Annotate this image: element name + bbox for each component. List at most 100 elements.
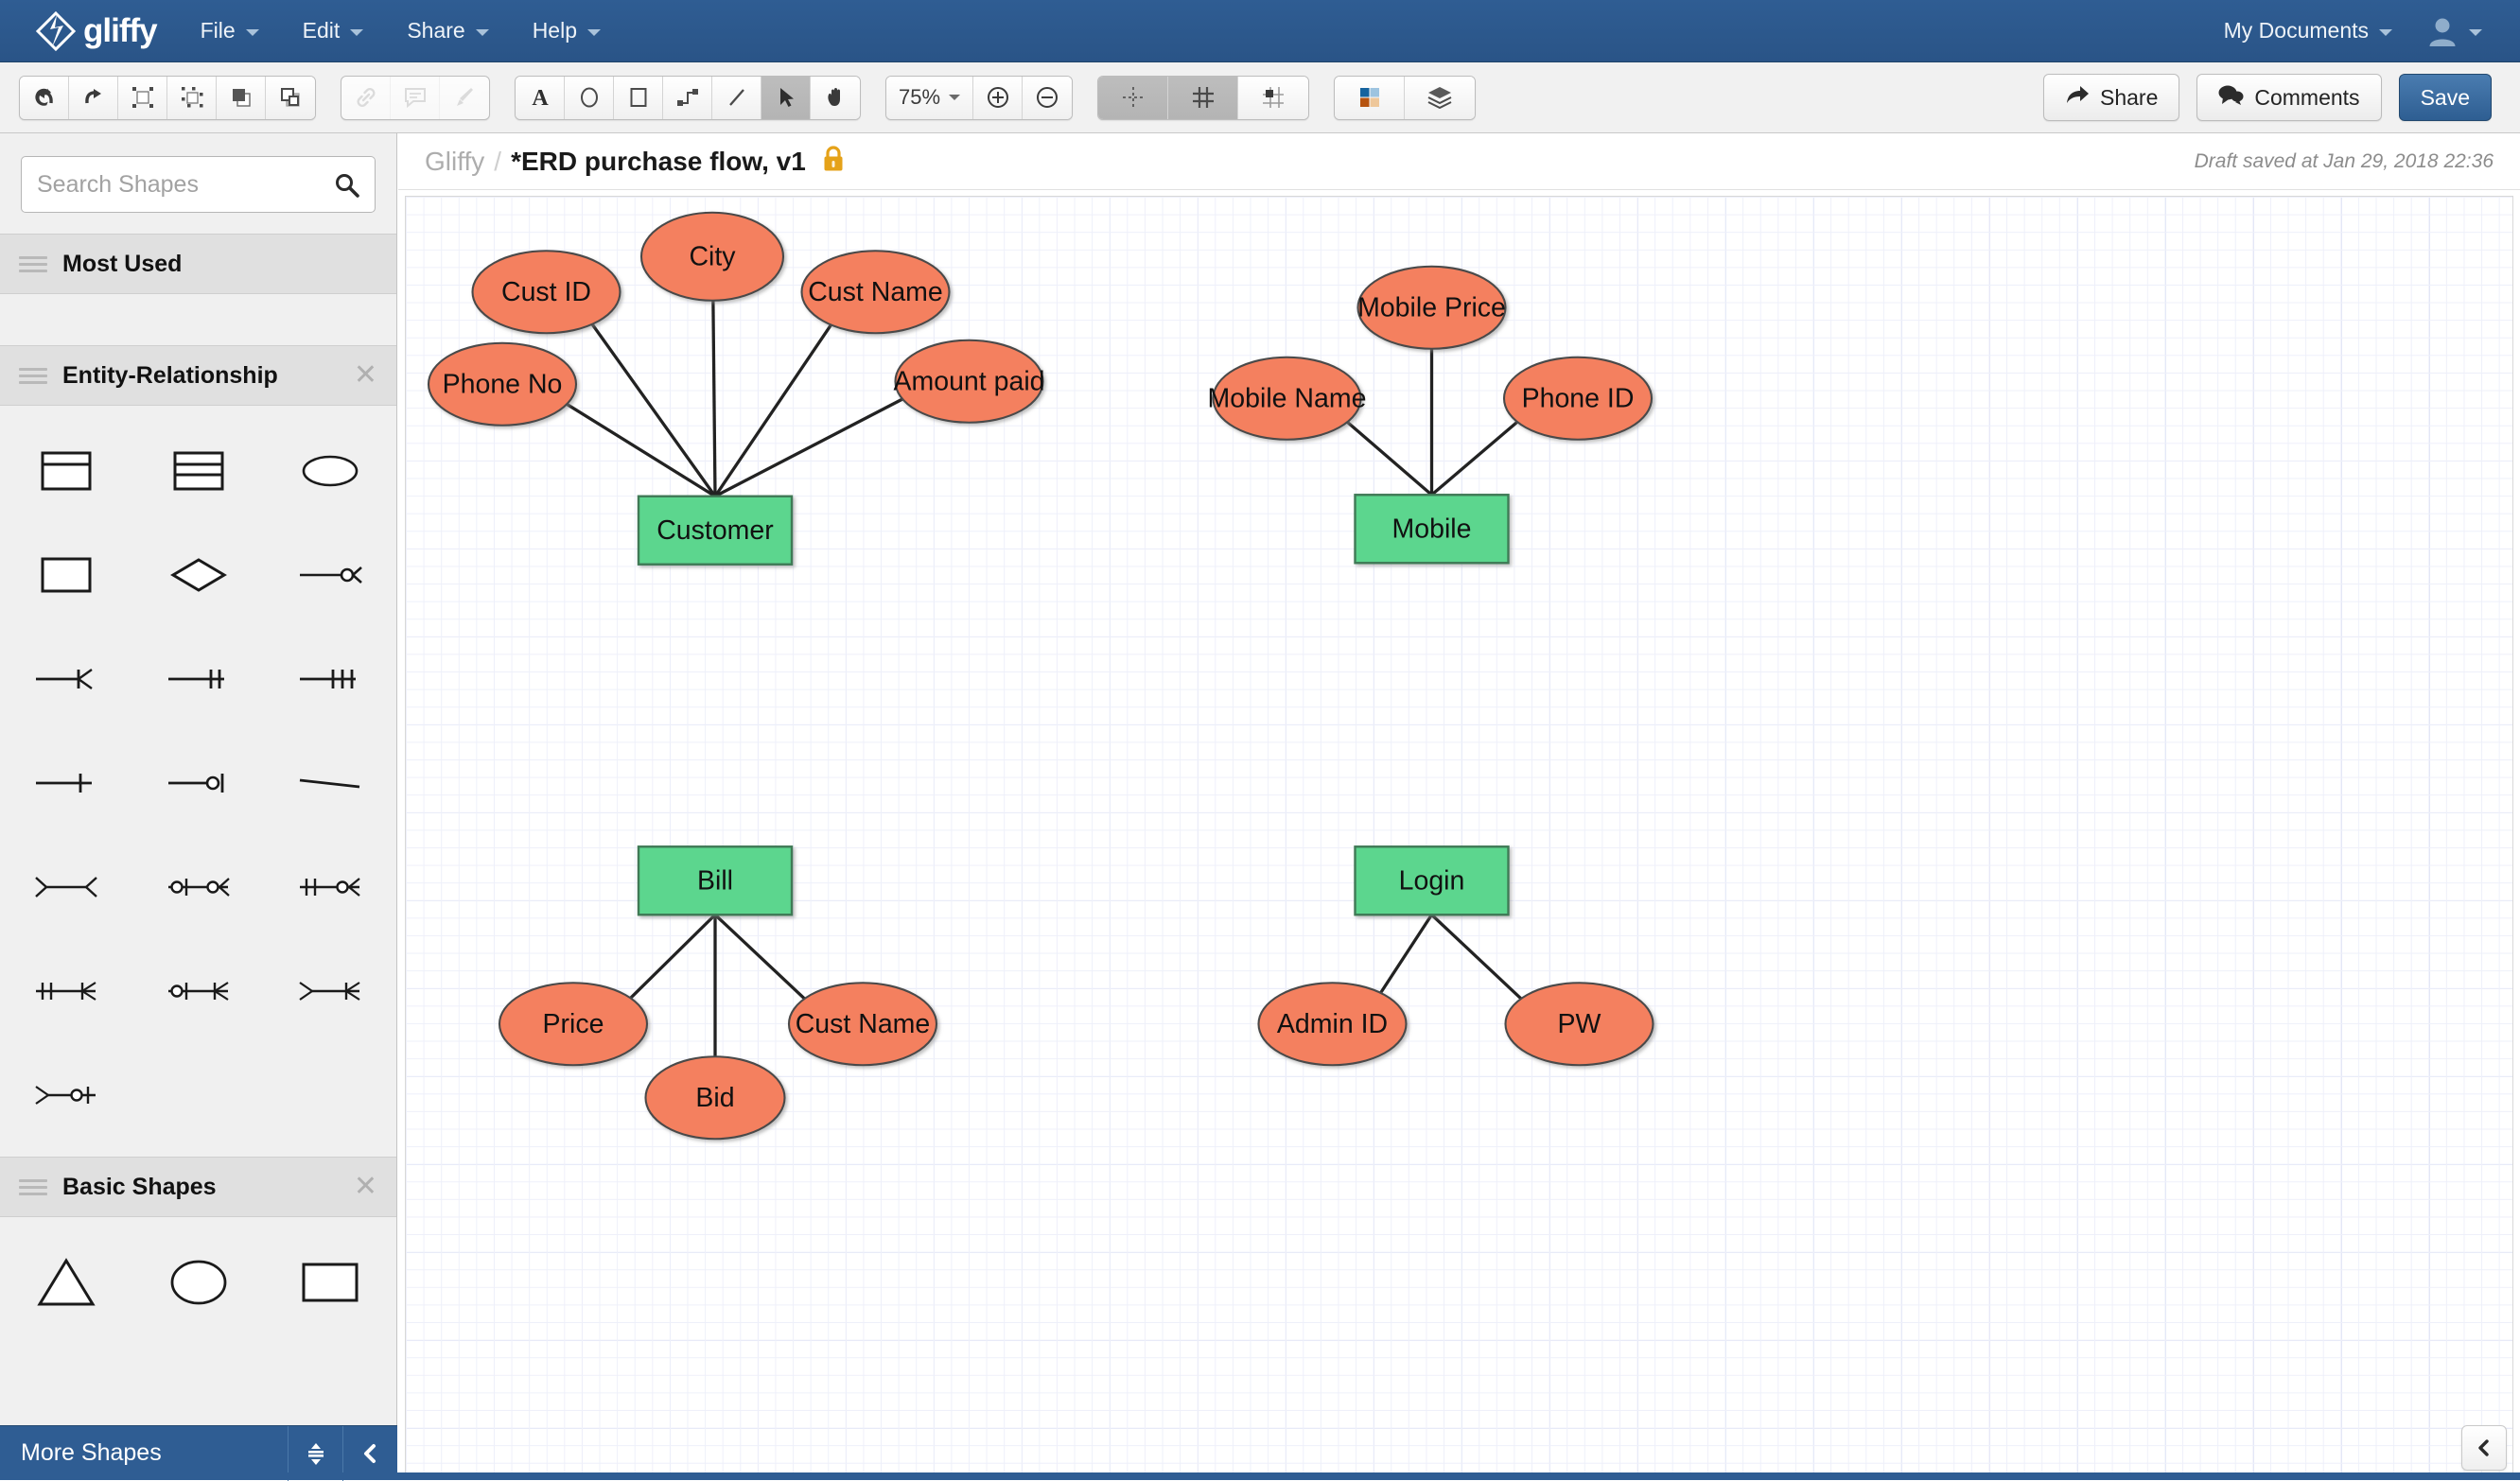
snap-to-grid-button[interactable] <box>1238 77 1308 119</box>
comments-button[interactable]: Comments <box>2196 74 2381 121</box>
guides-toggle-button[interactable] <box>1098 77 1168 119</box>
sidebar-category-entity-relationship[interactable]: Entity-Relationship ✕ <box>0 345 396 406</box>
er-edge-bill-2[interactable] <box>715 915 807 1001</box>
link-button[interactable] <box>341 77 391 119</box>
shape-conn-one-and-only-one-icon[interactable] <box>132 627 265 731</box>
page-title[interactable]: *ERD purchase flow, v1 <box>511 147 806 177</box>
share-button[interactable]: Share <box>2043 74 2179 121</box>
zoom-out-button[interactable] <box>1023 77 1072 119</box>
shape-conn-zero-one-many-icon[interactable] <box>132 939 265 1043</box>
menu-edit[interactable]: Edit <box>303 18 364 44</box>
shape-entity-plain-icon[interactable] <box>0 523 132 627</box>
account-menu[interactable] <box>2426 15 2482 47</box>
my-documents-menu[interactable]: My Documents <box>2224 18 2392 44</box>
menu-help[interactable]: Help <box>533 18 601 44</box>
er-attribute-mobile-price[interactable]: Mobile Price <box>1357 267 1506 349</box>
shape-attribute-ellipse-icon[interactable] <box>264 419 396 523</box>
shape-conn-zero-or-one-icon[interactable] <box>132 731 265 835</box>
shape-triangle-icon[interactable] <box>0 1230 132 1334</box>
lock-icon[interactable] <box>821 145 846 178</box>
shape-entity-three-row-icon[interactable] <box>132 419 265 523</box>
breadcrumb-root[interactable]: Gliffy <box>425 147 484 177</box>
close-icon[interactable]: ✕ <box>354 361 377 390</box>
format-painter-button[interactable] <box>440 77 489 119</box>
zoom-in-button[interactable] <box>973 77 1023 119</box>
er-attribute-price[interactable]: Price <box>499 983 647 1065</box>
shape-conn-one-to-many-icon[interactable] <box>264 523 396 627</box>
undo-button[interactable] <box>20 77 69 119</box>
menu-share[interactable]: Share <box>407 18 488 44</box>
menu-file[interactable]: File <box>201 18 259 44</box>
rectangle-tool-button[interactable] <box>614 77 663 119</box>
send-to-back-button[interactable] <box>266 77 315 119</box>
er-attribute-amount-paid[interactable]: Amount paid <box>893 340 1044 423</box>
pan-tool-button[interactable] <box>811 77 860 119</box>
comment-button[interactable] <box>391 77 440 119</box>
redo-button[interactable] <box>69 77 118 119</box>
er-edge-login-0[interactable] <box>1379 915 1432 995</box>
grid-toggle-button[interactable] <box>1168 77 1238 119</box>
er-attribute-city[interactable]: City <box>641 213 783 301</box>
shape-conn-crow-zero-icon[interactable] <box>0 1043 132 1147</box>
layers-button[interactable] <box>1405 77 1475 119</box>
save-button[interactable]: Save <box>2399 74 2492 121</box>
er-edge-login-1[interactable] <box>1432 915 1524 1001</box>
er-attribute-pw[interactable]: PW <box>1506 983 1654 1065</box>
er-attribute-cust-name[interactable]: Cust Name <box>802 251 950 333</box>
er-attribute-admin-id[interactable]: Admin ID <box>1259 983 1407 1065</box>
shape-entity-header-icon[interactable] <box>0 419 132 523</box>
er-edge-customer-3[interactable] <box>564 402 715 496</box>
search-shapes-box[interactable] <box>21 156 376 213</box>
ellipse-tool-button[interactable] <box>565 77 614 119</box>
er-edge-customer-1[interactable] <box>713 298 715 497</box>
zoom-level-dropdown[interactable]: 75% <box>886 77 973 119</box>
shape-conn-one-icon[interactable] <box>0 731 132 835</box>
er-attribute-bid[interactable]: Bid <box>646 1056 785 1139</box>
shape-rectangle-basic-icon[interactable] <box>264 1230 396 1334</box>
shape-conn-many-mandatory-icon[interactable] <box>0 939 132 1043</box>
shape-conn-zero-many-icon[interactable] <box>132 835 265 939</box>
shape-ellipse-basic-icon[interactable] <box>132 1230 265 1334</box>
sidebar-category-most-used[interactable]: Most Used <box>0 234 396 294</box>
gliffy-logo[interactable]: gliffy <box>34 9 157 53</box>
shape-conn-line-plain-icon[interactable] <box>264 731 396 835</box>
bring-to-front-button[interactable] <box>217 77 266 119</box>
er-entity-bill[interactable]: Bill <box>639 846 792 915</box>
ungroup-button[interactable] <box>167 77 217 119</box>
shape-conn-many-both-icon[interactable] <box>0 835 132 939</box>
er-entity-customer[interactable]: Customer <box>639 497 792 565</box>
er-edge-customer-0[interactable] <box>590 322 715 496</box>
group-button[interactable] <box>118 77 167 119</box>
line-tool-button[interactable] <box>712 77 761 119</box>
er-attribute-phone-no[interactable]: Phone No <box>429 343 576 426</box>
er-edge-bill-0[interactable] <box>628 915 715 1001</box>
er-entity-mobile[interactable]: Mobile <box>1356 495 1509 563</box>
collapse-right-panel-button[interactable] <box>2461 1425 2507 1471</box>
er-attribute-mobile-name[interactable]: Mobile Name <box>1208 357 1367 440</box>
sidebar-category-basic-shapes[interactable]: Basic Shapes ✕ <box>0 1157 396 1217</box>
er-attribute-cust-id[interactable]: Cust ID <box>473 251 621 333</box>
shape-conn-crow-one-icon[interactable] <box>264 939 396 1043</box>
shape-conn-one-mandatory-icon[interactable] <box>264 627 396 731</box>
theme-colors-button[interactable] <box>1335 77 1405 119</box>
er-edge-mobile-1[interactable] <box>1345 420 1432 495</box>
shape-conn-one-many-mix-icon[interactable] <box>264 835 396 939</box>
diagram-canvas[interactable]: CustomerCust IDCityCust NamePhone NoAmou… <box>405 196 2513 1480</box>
search-icon[interactable] <box>334 172 360 203</box>
search-input[interactable] <box>22 157 375 212</box>
er-entity-login[interactable]: Login <box>1356 846 1509 915</box>
connector-tool-button[interactable] <box>663 77 712 119</box>
er-edge-customer-2[interactable] <box>715 322 832 497</box>
close-icon[interactable]: ✕ <box>354 1173 377 1201</box>
shape-relationship-diamond-icon[interactable] <box>132 523 265 627</box>
er-edge-customer-4[interactable] <box>715 397 906 497</box>
select-tool-button[interactable] <box>761 77 811 119</box>
er-edge-mobile-2[interactable] <box>1432 420 1520 495</box>
basic-shapes-shape-list <box>0 1217 396 1344</box>
er-attribute-cust-name[interactable]: Cust Name <box>789 983 936 1065</box>
more-shapes-button[interactable]: More Shapes <box>0 1439 288 1467</box>
shape-conn-many-only-icon[interactable] <box>0 627 132 731</box>
text-tool-button[interactable]: A <box>516 77 565 119</box>
er-attribute-phone-id[interactable]: Phone ID <box>1504 357 1652 440</box>
chevron-down-icon <box>2469 29 2482 36</box>
